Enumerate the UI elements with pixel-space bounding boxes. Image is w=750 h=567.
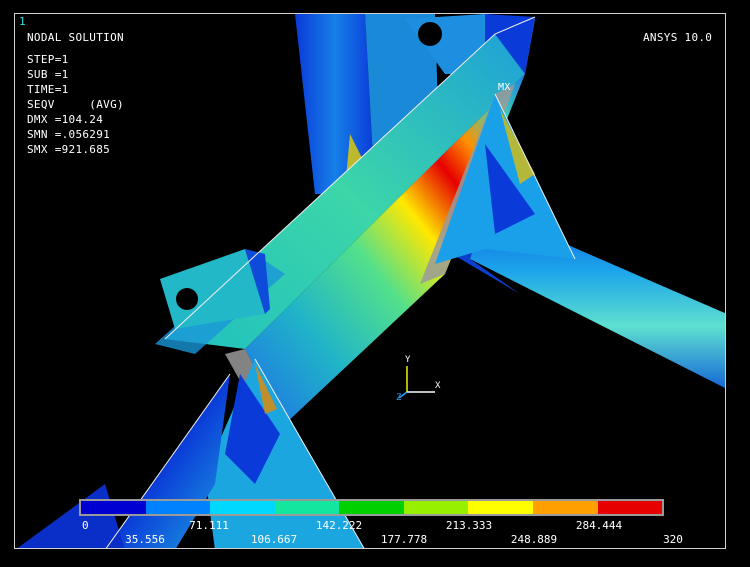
coordinate-triad (398, 366, 435, 399)
max-marker: MX (498, 82, 511, 93)
legend-label-bottom: 106.667 (250, 533, 298, 546)
legend-color-swatch (339, 501, 404, 514)
legend-color-swatch (532, 501, 598, 514)
legend-label-bottom: 320 (663, 533, 683, 546)
legend-label-bottom: 35.556 (125, 533, 165, 546)
window-number: 1 (19, 15, 26, 28)
product-label: ANSYS 10.0 (643, 31, 713, 44)
legend-color-swatch (210, 501, 275, 514)
legend-color-swatch (274, 501, 340, 514)
result-line-seqv: SEQV (AVG) (27, 98, 124, 111)
triad-z-label: Z (396, 393, 402, 403)
legend-label-top: 213.333 (445, 519, 493, 532)
legend-color-swatch (597, 501, 663, 514)
legend-label-top: 284.444 (575, 519, 623, 532)
fea-model-view (17, 14, 725, 548)
result-line-smn: SMN =.056291 (27, 128, 111, 141)
graphics-window[interactable]: 1 NODAL SOLUTION ANSYS 10.0 STEP=1 SUB =… (14, 13, 726, 549)
legend-label-top: 0 (82, 519, 89, 532)
legend-label-bottom: 248.889 (510, 533, 558, 546)
legend-color-swatch (81, 501, 146, 514)
legend-color-swatch (145, 501, 211, 514)
lug-hole-top (418, 22, 442, 46)
result-title: NODAL SOLUTION (27, 31, 124, 44)
legend-label-top: 142.222 (315, 519, 363, 532)
result-line-sub: SUB =1 (27, 68, 69, 81)
triad-y-label: Y (405, 355, 411, 365)
legend-label-bottom: 177.778 (380, 533, 428, 546)
result-line-smx: SMX =921.685 (27, 143, 111, 156)
legend-label-top: 71.111 (189, 519, 229, 532)
legend-color-swatch (403, 501, 469, 514)
legend-color-swatch (468, 501, 533, 514)
lug-hole-left (176, 288, 198, 310)
contour-legend-bar (79, 499, 664, 516)
result-line-step: STEP=1 (27, 53, 69, 66)
result-line-dmx: DMX =104.24 (27, 113, 104, 126)
triad-x-label: X (435, 381, 441, 391)
result-line-time: TIME=1 (27, 83, 69, 96)
